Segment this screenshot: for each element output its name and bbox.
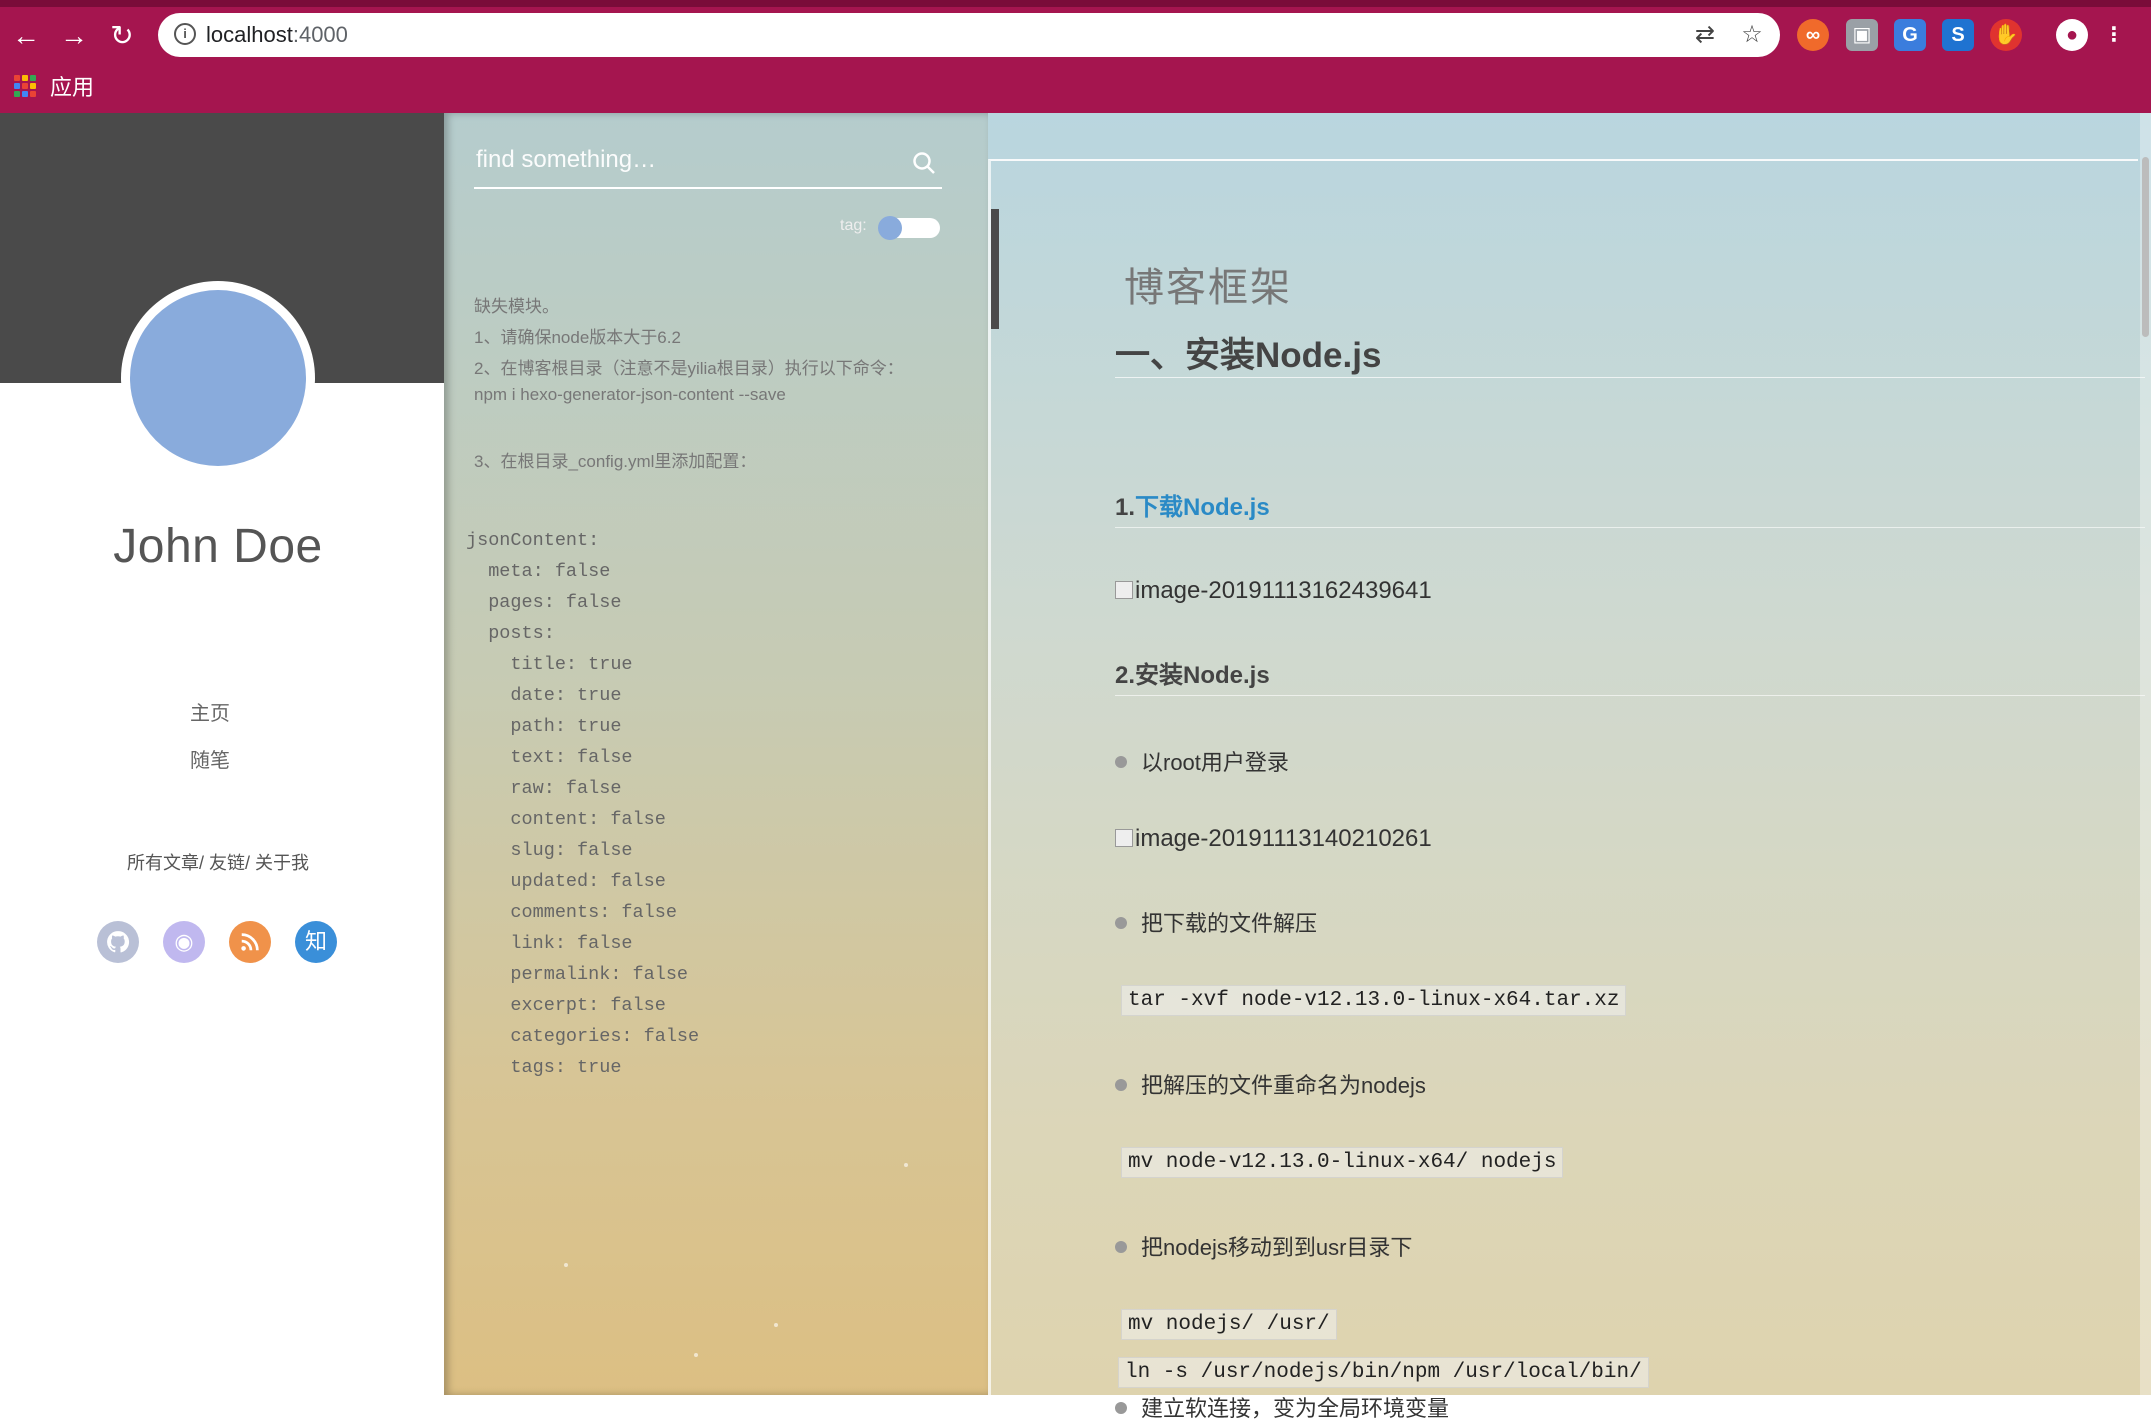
notice-line: 3、在根目录_config.yml里添加配置：	[474, 452, 757, 471]
extension-infinity-icon[interactable]: ∞	[1797, 19, 1829, 51]
notice-line: 1、请确保node版本大于6.2	[474, 328, 681, 347]
heading-prefix: 1.	[1115, 494, 1136, 521]
divider	[1115, 377, 2145, 378]
extension-google-translate-icon[interactable]: G	[1894, 19, 1926, 51]
profile-links[interactable]: 所有文章/ 友链/ 关于我	[0, 849, 436, 875]
browser-chrome: ← → ↻ i localhost:4000 ⇄ ☆ ∞ ▣ G S ✋ ● ⋮…	[0, 0, 2151, 113]
forward-arrow-icon[interactable]: →	[56, 18, 92, 54]
extension-s-icon[interactable]: S	[1942, 19, 1974, 51]
article-accent-bar	[991, 209, 999, 329]
search-panel: tag: 缺失模块。 1、请确保node版本大于6.2 2、在博客根目录（注意不…	[444, 113, 988, 1395]
image-alt-text: image-20191113140210261	[1135, 825, 1432, 852]
download-node-link[interactable]: 下载Node.js	[1135, 494, 1270, 521]
list-item: 把nodejs移动到到usr目录下	[1115, 1230, 1412, 1262]
zhihu-icon[interactable]: 知	[295, 921, 337, 963]
scrollbar-thumb[interactable]	[2142, 157, 2149, 337]
heading-install-node-2: 2.安装Node.js	[1115, 662, 1270, 689]
code-snippet: tar -xvf node-v12.13.0-linux-x64.tar.xz	[1121, 985, 1627, 1016]
tag-toggle-label: tag:	[840, 217, 867, 234]
search-input[interactable]	[474, 143, 914, 177]
search-underline	[474, 187, 942, 189]
notice-line: 2、在博客根目录（注意不是yilia根目录）执行以下命令：	[474, 359, 904, 378]
account-icon[interactable]: ●	[2056, 19, 2088, 51]
search-icon[interactable]	[912, 151, 936, 175]
github-icon[interactable]	[97, 921, 139, 963]
code-snippet: mv node-v12.13.0-linux-x64/ nodejs	[1121, 1147, 1564, 1178]
json-config-block: jsonContent: meta: false pages: false po…	[466, 530, 700, 1078]
tag-toggle-knob[interactable]	[878, 216, 902, 240]
code-snippet: mv nodejs/ /usr/	[1121, 1309, 1337, 1340]
avatar-frame	[121, 281, 315, 475]
list-item-text: 建立软连接，变为全局环境变量	[1141, 1396, 1450, 1421]
back-arrow-icon[interactable]: ←	[8, 18, 44, 54]
tab-strip-edge	[0, 0, 2151, 7]
divider	[1115, 695, 2145, 696]
page-scrollbar[interactable]	[2140, 113, 2151, 1395]
bullet-dot-icon	[1115, 1402, 1127, 1414]
bullet-dot-icon	[1115, 756, 1127, 768]
list-item: 建立软连接，变为全局环境变量	[1115, 1391, 1449, 1423]
url-host: localhost	[206, 22, 293, 47]
list-item-text: 把nodejs移动到到usr目录下	[1141, 1235, 1413, 1260]
divider	[1115, 527, 2145, 528]
article-card: 博客框架 一、安装Node.js 1.下载Node.js image-20191…	[988, 159, 2145, 1421]
extension-adblock-icon[interactable]: ✋	[1990, 19, 2022, 51]
profile-name[interactable]: John Doe	[0, 519, 436, 574]
list-item: 把解压的文件重命名为nodejs	[1115, 1068, 1426, 1100]
apps-bookmark[interactable]: 应用	[50, 70, 94, 102]
broken-image-icon	[1115, 829, 1133, 847]
url-text[interactable]: localhost:4000	[206, 22, 348, 48]
broken-image-icon	[1115, 581, 1133, 599]
bullet-dot-icon	[1115, 1079, 1127, 1091]
rss-icon[interactable]	[229, 921, 271, 963]
apps-grid-icon[interactable]	[14, 75, 36, 97]
weibo-icon[interactable]: ◉	[163, 921, 205, 963]
broken-image: image-20191113140210261	[1115, 825, 1432, 853]
article-area: 博客框架 一、安装Node.js 1.下载Node.js image-20191…	[988, 113, 2151, 1421]
notice-line: 缺失模块。	[474, 297, 559, 316]
tag-toggle[interactable]	[878, 216, 940, 240]
broken-image: image-20191113162439641	[1115, 577, 1432, 605]
list-item-text: 以root用户登录	[1141, 750, 1289, 775]
bookmark-star-icon[interactable]: ☆	[1738, 21, 1766, 49]
list-item-text: 把解压的文件重命名为nodejs	[1141, 1073, 1426, 1098]
heading-install-node: 一、安装Node.js	[1115, 336, 1382, 375]
list-item-text: 把下载的文件解压	[1141, 911, 1318, 936]
notice-command: npm i hexo-generator-json-content --save	[474, 385, 786, 404]
menu-kebab-icon[interactable]: ⋮	[2104, 19, 2124, 51]
heading-download-node: 1.下载Node.js	[1115, 487, 1270, 522]
extension-puzzle-icon[interactable]: ▣	[1846, 19, 1878, 51]
address-bar[interactable]: i localhost:4000 ⇄ ☆	[158, 13, 1780, 57]
avatar[interactable]	[130, 290, 306, 466]
image-alt-text: image-20191113162439641	[1135, 577, 1432, 604]
site-info-icon[interactable]: i	[174, 23, 196, 45]
list-item: 把下载的文件解压	[1115, 906, 1317, 938]
translate-icon[interactable]: ⇄	[1691, 21, 1719, 49]
bullet-dot-icon	[1115, 917, 1127, 929]
code-snippet: ln -s /usr/nodejs/bin/npm /usr/local/bin…	[1118, 1357, 1649, 1388]
url-port: :4000	[292, 22, 348, 47]
profile-sidebar: John Doe 主页 随笔 所有文章/ 友链/ 关于我 ◉ 知	[0, 113, 444, 1395]
menu-item-home[interactable]: 主页	[0, 697, 420, 726]
post-title[interactable]: 博客框架	[1124, 255, 1292, 313]
list-item: 以root用户登录	[1115, 745, 1289, 777]
menu-item-essays[interactable]: 随笔	[0, 744, 420, 773]
bullet-dot-icon	[1115, 1241, 1127, 1253]
reload-icon[interactable]: ↻	[104, 18, 140, 54]
